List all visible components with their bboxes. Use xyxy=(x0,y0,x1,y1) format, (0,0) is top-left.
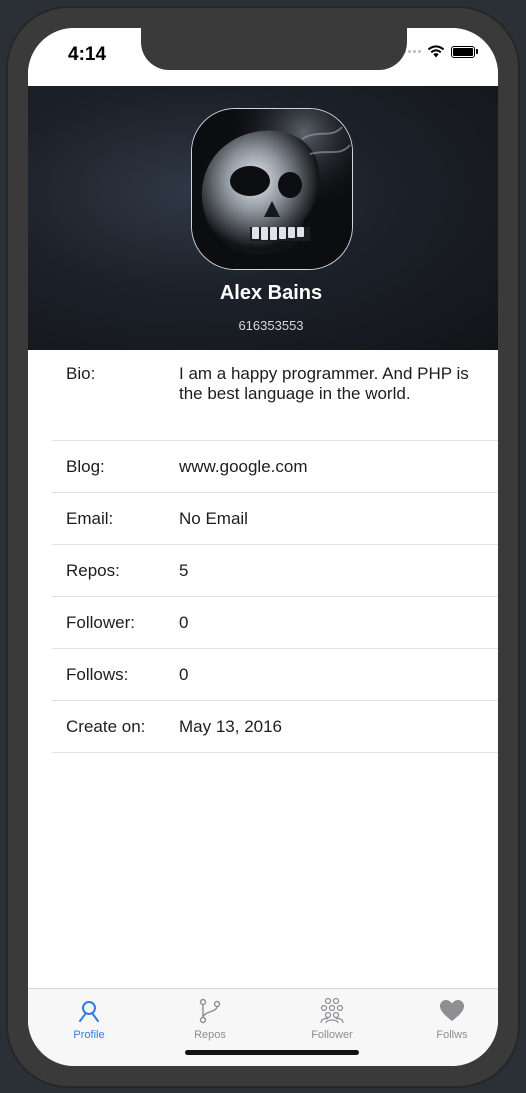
profile-icon xyxy=(79,1001,99,1022)
battery-icon xyxy=(451,45,475,58)
info-row-repos: Repos: 5 xyxy=(52,545,498,597)
home-indicator[interactable] xyxy=(185,1050,359,1055)
wifi-icon xyxy=(427,45,445,58)
follows-label: Follows: xyxy=(66,664,129,684)
bio-value: I am a happy programmer. And PHP is the … xyxy=(179,364,469,403)
status-time: 4:14 xyxy=(68,44,107,65)
info-row-follows: Follows: 0 xyxy=(52,649,498,701)
info-row-created: Create on: May 13, 2016 xyxy=(52,701,498,753)
info-row-bio: Bio: I am a happy programmer. And PHP is… xyxy=(52,350,498,441)
tab-follows[interactable]: Follws xyxy=(412,997,492,1041)
bio-label: Bio: xyxy=(66,364,96,383)
created-label: Create on: xyxy=(66,716,146,736)
email-value: No Email xyxy=(179,508,248,528)
email-label: Email: xyxy=(66,508,114,528)
created-value: May 13, 2016 xyxy=(179,716,283,736)
follower-label: Follower: xyxy=(66,612,135,632)
blog-value[interactable]: www.google.com xyxy=(179,457,469,477)
tab-follower[interactable]: Follower xyxy=(292,997,372,1041)
info-row-email: Email: No Email xyxy=(52,493,498,545)
follower-value: 0 xyxy=(179,612,189,632)
follows-value: 0 xyxy=(179,664,189,684)
status-icons xyxy=(403,45,478,58)
user-name: Alex Bains xyxy=(219,282,323,304)
profile-header: Alex Bains 616353553 xyxy=(28,86,498,350)
screen: 4:14 Alex Bains 616353553 Bio: I am a ha… xyxy=(28,28,498,1066)
tab-follows-label: Follws xyxy=(436,1029,468,1041)
tab-profile[interactable]: Profile xyxy=(49,997,129,1041)
tab-repos[interactable]: Repos xyxy=(170,997,250,1041)
user-id: 616353553 xyxy=(238,318,304,333)
info-row-blog: Blog: www.google.com xyxy=(52,441,498,493)
heart-icon xyxy=(440,1000,464,1021)
tab-profile-label: Profile xyxy=(73,1029,105,1041)
tab-repos-label: Repos xyxy=(194,1029,226,1041)
profile-info-table: Bio: I am a happy programmer. And PHP is… xyxy=(28,350,498,753)
skull-avatar-image xyxy=(192,109,352,269)
device-notch xyxy=(141,28,407,70)
avatar xyxy=(191,108,353,270)
repo-branch-icon xyxy=(199,998,221,1024)
blog-label: Blog: xyxy=(66,456,105,476)
tab-follower-label: Follower xyxy=(311,1029,353,1041)
info-row-follower: Follower: 0 xyxy=(52,597,498,649)
device-frame: 4:14 Alex Bains 616353553 Bio: I am a ha… xyxy=(6,6,520,1088)
repos-value: 5 xyxy=(179,560,189,580)
followers-group-icon xyxy=(320,997,344,1024)
repos-label: Repos: xyxy=(66,560,120,580)
battery-tip xyxy=(476,49,478,54)
